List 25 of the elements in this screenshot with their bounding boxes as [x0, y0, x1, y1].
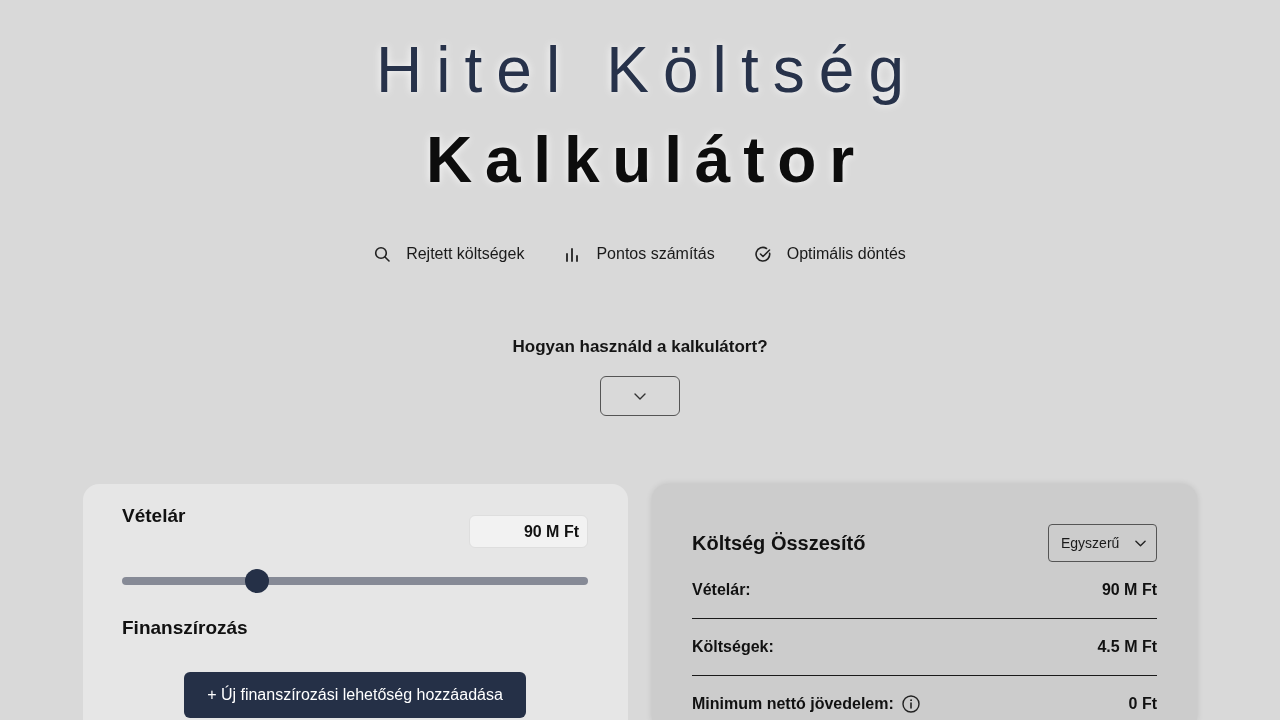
title-line: Hitel Költség [374, 33, 919, 108]
check-circle-icon [754, 246, 771, 262]
summary-value: 90 M Ft [1101, 580, 1157, 600]
price-input[interactable]: 90 M Ft [469, 515, 588, 548]
bar-chart-icon [564, 246, 581, 262]
summary-label: Vételár: [692, 580, 751, 600]
feature-label: Pontos számítás [596, 244, 715, 264]
help-question: Hogyan használd a kalkulátort? [512, 336, 768, 358]
summary-label: Költségek: [692, 637, 774, 657]
price-label: Vételár [122, 504, 186, 528]
title-line: Kalkulátor [424, 123, 867, 198]
summary-title: Költség Összesítő [692, 531, 866, 556]
chevron-down-icon [634, 392, 646, 400]
financing-label: Finanszírozás [122, 616, 248, 640]
slider-thumb[interactable] [245, 569, 270, 593]
chevron-down-icon [1135, 539, 1146, 547]
summary-value: 4.5 M Ft [1097, 637, 1157, 657]
feature-label: Rejtett költségek [406, 244, 525, 264]
search-icon [374, 246, 391, 262]
add-financing-button[interactable]: + Új finanszírozási lehetőség hozzáadása [184, 672, 526, 718]
view-select[interactable]: Egyszerű [1048, 524, 1157, 562]
feature-label: Optimális döntés [786, 244, 906, 264]
summary-value: 0 Ft [1128, 694, 1157, 714]
help-toggle-button[interactable] [600, 376, 680, 416]
summary-label: Minimum nettó jövedelem: [692, 694, 894, 714]
